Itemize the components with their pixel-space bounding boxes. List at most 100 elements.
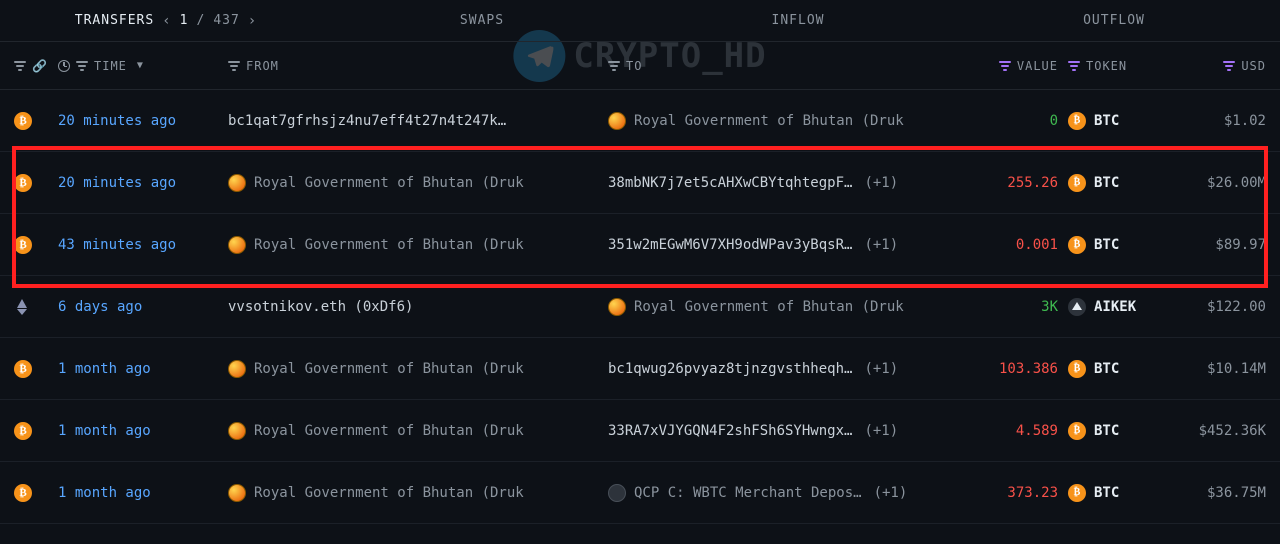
time-text: 1 month ago [58,361,151,377]
from-entity[interactable]: Royal Government of Bhutan (Druk [228,360,524,378]
token-symbol: BTC [1094,237,1119,253]
token-cell[interactable]: ₿ BTC [1068,236,1119,254]
table-row[interactable]: ₿1 month agoRoyal Government of Bhutan (… [0,338,1280,400]
filter-icon [999,61,1011,71]
to-address[interactable]: 38mbNK7j7et5cAHXwCBYtqhtegpF… [608,175,852,191]
tab-label: INFLOW [772,13,825,28]
bitcoin-icon: ₿ [14,112,32,130]
entity-badge-icon [228,422,246,440]
header-time[interactable]: TIME ▼ [58,59,228,73]
entity-label: Royal Government of Bhutan (Druk [634,299,904,315]
entity-label: Royal Government of Bhutan (Druk [254,237,524,253]
filter-icon [228,61,240,71]
value-amount: 255.26 [1007,175,1058,191]
filter-icon [608,61,620,71]
to-address[interactable]: 351w2mEGwM6V7XH9odWPav3yBqsR… [608,237,852,253]
tab-outflow[interactable]: OUTFLOW [956,13,1272,28]
entity-badge-icon [608,112,626,130]
token-cell[interactable]: ₿BTC [1068,422,1119,440]
value-amount: 103.386 [999,361,1058,377]
entity-label: Royal Government of Bhutan (Druk [254,485,524,501]
table-row[interactable]: ₿ 20 minutes ago Royal Government of Bhuta… [0,152,1280,214]
tab-label: SWAPS [460,13,504,28]
from-entity[interactable]: Royal Government of Bhutan (Druk [228,236,524,254]
token-symbol: BTC [1094,485,1119,501]
header-to[interactable]: TO [608,59,958,73]
from-entity[interactable]: Royal Government of Bhutan (Druk [228,422,524,440]
entity-badge-icon [228,236,246,254]
table-row[interactable]: ₿ 1 month ago Royal Government of Bhutan (… [0,400,1280,462]
to-address[interactable]: bc1qwug26pvyaz8tjnzgvsthheqh… [608,361,852,377]
to-entity[interactable]: QCP C: WBTC Merchant Depos… [608,484,862,502]
overflow-count: (+1) [864,423,898,439]
tab-label: TRANSFERS [75,13,154,28]
table-row[interactable]: 6 days ago vvsotnikov.eth (0xDf6) Royal Go… [0,276,1280,338]
tab-inflow[interactable]: INFLOW [640,13,956,28]
token-cell[interactable]: ₿ BTC [1068,174,1119,192]
chevron-down-icon: ▼ [137,60,144,71]
tab-transfers[interactable]: TRANSFERS ‹ 1 / 437 › [8,13,324,29]
tabs-bar: TRANSFERS ‹ 1 / 437 › SWAPS INFLOW OUTFL… [0,0,1280,42]
bitcoin-icon: ₿ [1068,236,1086,254]
overflow-count: (+1) [864,175,898,191]
from-address[interactable]: bc1qat7gfrhsjz4nu7eff4t27n4t247k… [228,113,506,129]
to-address[interactable]: 33RA7xVJYGQN4F2shFSh6SYHwngx… [608,423,852,439]
bitcoin-icon: ₿ [14,174,32,192]
time-text: 20 minutes ago [58,175,176,191]
token-symbol: BTC [1094,361,1119,377]
value-amount: 0 [1050,113,1058,129]
filter-icon [1223,61,1235,71]
header-label: TOKEN [1086,59,1127,73]
table-row[interactable]: ₿ 20 minutes ago bc1qat7gfrhsjz4nu7eff4t27… [0,90,1280,152]
header-token[interactable]: TOKEN [1058,59,1158,73]
from-entity[interactable]: Royal Government of Bhutan (Druk [228,484,524,502]
token-cell[interactable]: ₿BTC [1068,112,1119,130]
header-value[interactable]: VALUE [958,59,1058,73]
usd-value: $26.00M [1207,175,1266,191]
header-label: VALUE [1017,59,1058,73]
token-cell[interactable]: AIKEK [1068,298,1136,316]
tab-swaps[interactable]: SWAPS [324,13,640,28]
token-symbol: BTC [1094,175,1119,191]
time-text: 1 month ago [58,423,151,439]
table-row[interactable]: ₿ 1 month ago Royal Government of Bhutan (… [0,462,1280,524]
header-label: FROM [246,59,279,73]
time-text: 1 month ago [58,485,151,501]
bitcoin-icon: ₿ [14,484,32,502]
filter-icon [76,61,88,71]
time-text: 20 minutes ago [58,113,176,129]
usd-value: $452.36K [1199,423,1266,439]
token-symbol: BTC [1094,113,1119,129]
filter-icon [1068,61,1080,71]
to-entity[interactable]: Royal Government of Bhutan (Druk [608,112,904,130]
header-from[interactable]: FROM [228,59,608,73]
token-cell[interactable]: ₿BTC [1068,484,1119,502]
entity-badge-icon [228,484,246,502]
entity-badge-icon [228,360,246,378]
pager-prev-icon[interactable]: ‹ [162,13,171,29]
table-row[interactable]: ₿43 minutes agoRoyal Government of Bhuta… [0,214,1280,276]
entity-badge-icon [228,174,246,192]
bitcoin-icon: ₿ [1068,174,1086,192]
table-body: ₿ 20 minutes ago bc1qat7gfrhsjz4nu7eff4t27… [0,90,1280,524]
header-label: TIME [94,59,127,73]
filter-icon[interactable] [14,61,26,71]
pager-current: 1 [180,13,189,28]
from-entity[interactable]: Royal Government of Bhutan (Druk [228,174,524,192]
time-text: 6 days ago [58,299,142,315]
from-address[interactable]: vvsotnikov.eth (0xDf6) [228,299,413,315]
token-cell[interactable]: ₿BTC [1068,360,1119,378]
usd-value: $36.75M [1207,485,1266,501]
header-usd[interactable]: USD [1158,59,1266,73]
link-icon[interactable]: 🔗 [32,59,48,73]
usd-value: $122.00 [1207,299,1266,315]
bitcoin-icon: ₿ [14,236,32,254]
header-label: TO [626,59,642,73]
header-label: USD [1241,59,1266,73]
clock-icon [58,60,70,72]
value-amount: 0.001 [1016,237,1058,253]
overflow-count: (+1) [864,361,898,377]
bitcoin-icon: ₿ [14,422,32,440]
pager-next-icon[interactable]: › [248,13,257,29]
to-entity[interactable]: Royal Government of Bhutan (Druk [608,298,904,316]
